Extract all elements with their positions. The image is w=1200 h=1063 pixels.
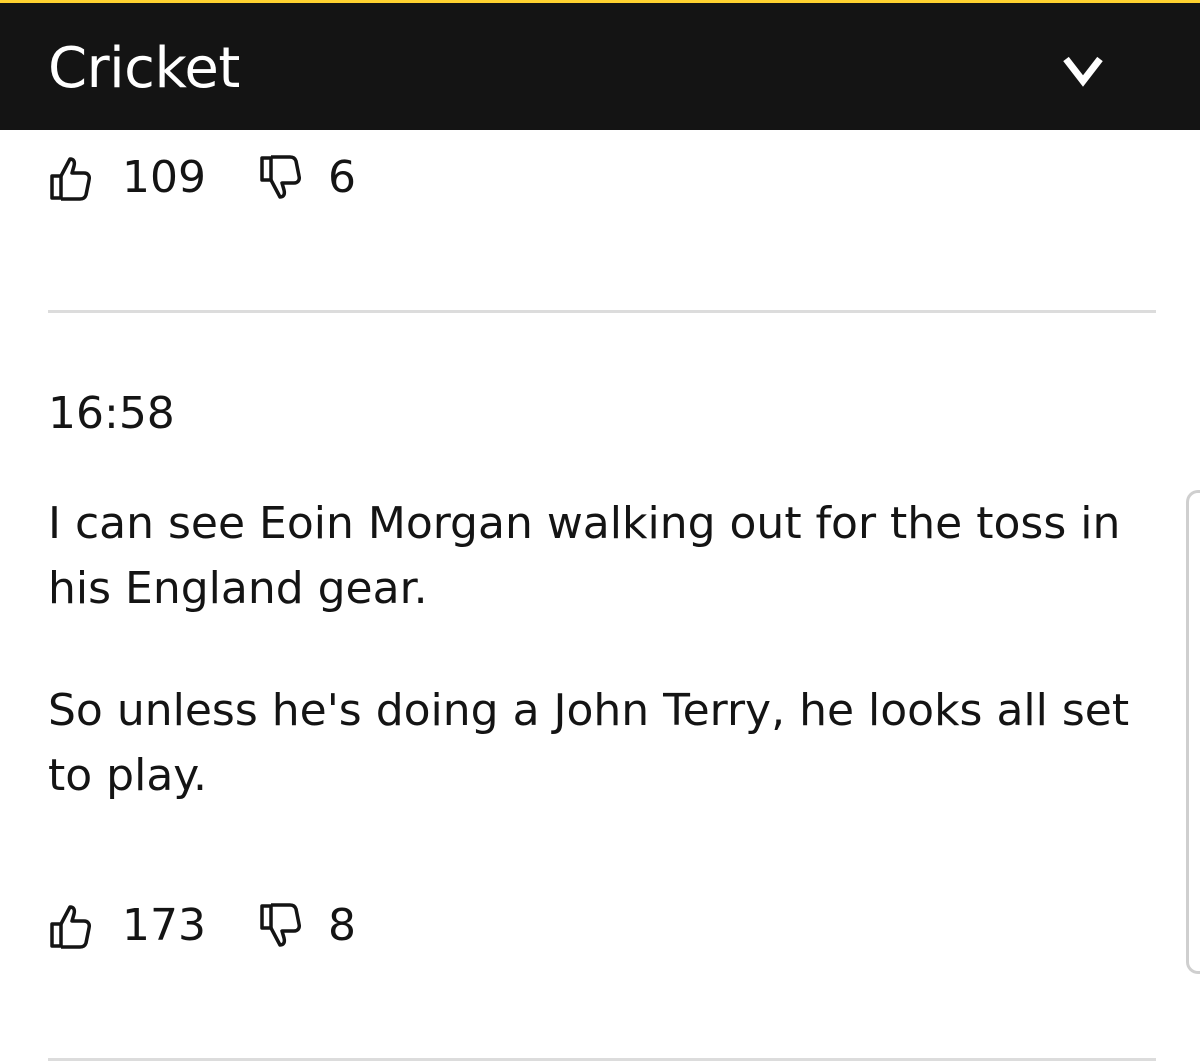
like-count: 173: [122, 900, 206, 951]
thumbs-down-icon[interactable]: [258, 902, 302, 950]
dislike-count: 6: [327, 152, 356, 203]
thumbs-up-icon[interactable]: [48, 154, 92, 202]
post-divider: [48, 310, 1156, 313]
section-header: Cricket: [0, 3, 1200, 130]
reaction-bar: 109 6: [48, 148, 356, 208]
post-paragraph: I can see Eoin Morgan walking out for th…: [48, 498, 1121, 614]
thumbs-down-icon[interactable]: [258, 154, 302, 202]
dislike-count: 8: [327, 900, 356, 951]
scrollbar-thumb[interactable]: [1186, 490, 1200, 974]
thumbs-up-icon[interactable]: [48, 902, 92, 950]
post-divider: [48, 1058, 1156, 1061]
section-title: Cricket: [48, 36, 240, 101]
chevron-down-icon[interactable]: [1058, 45, 1108, 95]
post-paragraph: So unless he's doing a John Terry, he lo…: [48, 685, 1130, 801]
post-timestamp: 16:58: [48, 388, 175, 439]
reaction-bar: 173 8: [48, 896, 356, 956]
like-count: 109: [122, 152, 206, 203]
